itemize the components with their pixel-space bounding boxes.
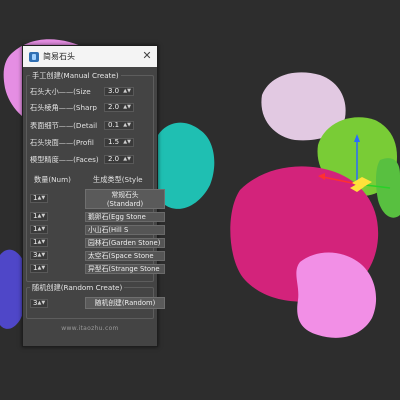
style-header: 生成类型(Style bbox=[93, 175, 143, 184]
size-value: 3.0 bbox=[108, 87, 120, 95]
param-row-profil: 石头块面——(Profil 1.5 ▲▼ bbox=[30, 137, 150, 148]
detail-spinner[interactable]: 0.1 ▲▼ bbox=[104, 121, 134, 130]
standard-button-line2: (Standard) bbox=[106, 200, 144, 208]
close-icon[interactable]: ✕ bbox=[141, 50, 153, 62]
size-label: 石头大小——(Size bbox=[30, 87, 91, 96]
param-row-detail: 表面细节——(Detail 0.1 ▲▼ bbox=[30, 120, 150, 131]
spinner-arrows-icon[interactable]: ▲▼ bbox=[123, 157, 131, 162]
garden-stone-button[interactable]: 园林石(Garden Stone) bbox=[85, 238, 165, 248]
hill-stone-button[interactable]: 小山石(Hill S bbox=[85, 225, 165, 235]
space-stone-button[interactable]: 太空石(Space Stone bbox=[85, 251, 165, 261]
faces-spinner[interactable]: 2.0 ▲▼ bbox=[104, 155, 134, 164]
faces-value: 2.0 bbox=[108, 155, 120, 163]
spinner-arrows-icon[interactable]: ▲▼ bbox=[123, 105, 131, 110]
spinner-arrows-icon[interactable]: ▲▼ bbox=[123, 123, 131, 128]
profil-spinner[interactable]: 1.5 ▲▼ bbox=[104, 138, 134, 147]
spinner-arrows-icon[interactable]: ▲▼ bbox=[37, 196, 45, 201]
param-row-sharp: 石头棱角——(Sharp 2.0 ▲▼ bbox=[30, 102, 150, 113]
strange-num-spinner[interactable]: 1 ▲▼ bbox=[30, 264, 48, 273]
profil-value: 1.5 bbox=[108, 138, 120, 146]
sharp-spinner[interactable]: 2.0 ▲▼ bbox=[104, 103, 134, 112]
num-header: 数量(Num) bbox=[34, 175, 71, 184]
standard-button-line1: 常规石头 bbox=[111, 191, 139, 199]
sharp-label: 石头棱角——(Sharp bbox=[30, 103, 97, 112]
egg-num-spinner[interactable]: 1 ▲▼ bbox=[30, 212, 48, 221]
sharp-value: 2.0 bbox=[108, 103, 120, 111]
spinner-arrows-icon[interactable]: ▲▼ bbox=[37, 214, 45, 219]
spinner-arrows-icon[interactable]: ▲▼ bbox=[123, 140, 131, 145]
param-row-size: 石头大小——(Size 3.0 ▲▼ bbox=[30, 86, 150, 97]
random-create-title: 随机创建(Random Create) bbox=[30, 283, 125, 292]
space-num-spinner[interactable]: 3 ▲▼ bbox=[30, 251, 48, 260]
profil-label: 石头块面——(Profil bbox=[30, 138, 94, 147]
spinner-arrows-icon[interactable]: ▲▼ bbox=[37, 227, 45, 232]
spinner-arrows-icon[interactable]: ▲▼ bbox=[37, 240, 45, 245]
hill-num-spinner[interactable]: 1 ▲▼ bbox=[30, 225, 48, 234]
random-create-button[interactable]: 随机创建(Random) bbox=[85, 297, 165, 309]
dialog-titlebar[interactable]: 简易石头 ✕ bbox=[23, 46, 157, 67]
spinner-arrows-icon[interactable]: ▲▼ bbox=[123, 89, 131, 94]
detail-label: 表面细节——(Detail bbox=[30, 121, 98, 130]
manual-create-title: 手工创建(Manual Create) bbox=[30, 71, 121, 80]
egg-stone-button[interactable]: 鹅卵石(Egg Stone bbox=[85, 212, 165, 222]
footer-url: www.itaozhu.com bbox=[61, 325, 119, 332]
faces-label: 模型精度——(Faces) bbox=[30, 155, 99, 164]
random-num-spinner[interactable]: 3 ▲▼ bbox=[30, 299, 48, 308]
garden-num-spinner[interactable]: 1 ▲▼ bbox=[30, 238, 48, 247]
standard-num-spinner[interactable]: 1 ▲▼ bbox=[30, 194, 48, 203]
spinner-arrows-icon[interactable]: ▲▼ bbox=[37, 253, 45, 258]
strange-stone-button[interactable]: 异型石(Strange Stone bbox=[85, 264, 165, 274]
spinner-arrows-icon[interactable]: ▲▼ bbox=[37, 301, 45, 306]
standard-stone-button[interactable]: 常规石头 (Standard) bbox=[85, 189, 165, 209]
param-row-faces: 模型精度——(Faces) 2.0 ▲▼ bbox=[30, 154, 150, 165]
easy-stone-dialog: 简易石头 ✕ 手工创建(Manual Create) 石头大小——(Size 3… bbox=[22, 45, 165, 347]
spinner-arrows-icon[interactable]: ▲▼ bbox=[37, 266, 45, 271]
detail-value: 0.1 bbox=[108, 121, 120, 129]
stone-app-icon bbox=[29, 51, 39, 62]
dialog-title: 简易石头 bbox=[43, 51, 75, 61]
size-spinner[interactable]: 3.0 ▲▼ bbox=[104, 87, 134, 96]
